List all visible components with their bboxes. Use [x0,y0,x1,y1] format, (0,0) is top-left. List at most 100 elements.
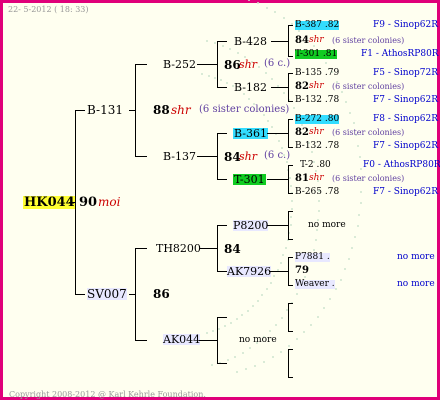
queen-ak7926[interactable]: AK7926 [227,266,272,277]
watermark-dot [221,44,224,47]
watermark-dot [282,254,285,257]
watermark-dot [282,16,285,19]
watermark-dot [235,318,238,321]
connector [217,225,227,226]
watermark-dot [275,323,278,326]
connector [267,179,288,180]
watermark-dot [351,247,354,250]
watermark-dot [264,71,267,74]
connector [288,211,289,240]
g4-b135[interactable]: B-135 .79 [295,69,339,78]
g4-b272[interactable]: B-272 .80 [295,115,340,124]
g4-b265[interactable]: B-265 .78 [295,188,339,197]
g4-b265-mark: F7 - Sinop62R [373,187,438,197]
g4-p7881[interactable]: P7881 . [295,253,330,262]
watermark-dot [271,356,274,359]
queen-p8200[interactable]: P8200 [233,220,269,231]
g4-b428-breed: shr [309,35,324,45]
g4-b387-mark: F9 - Sinop62R [373,20,438,30]
watermark-dot [224,325,227,328]
g4-t2-mark: F0 - AthosRP80R [363,160,440,170]
watermark-dot [279,261,282,264]
parent-queen-sv007[interactable]: SV007 [87,288,127,300]
g4-b132a[interactable]: B-132 .78 [295,96,339,105]
watermark-dot [241,351,244,354]
watermark-dot [312,44,315,47]
watermark-dot [310,323,313,326]
watermark-dot [273,275,276,278]
b131-breed: shr [171,103,191,117]
g4-t301-mark: F1 - AthosRP80R [361,49,439,59]
g4-b387[interactable]: B-387 .82 [295,21,340,30]
watermark-dot [248,346,251,349]
g4-b428-gen: 84 [295,35,309,46]
watermark-dot [339,278,342,281]
watermark-dot [288,344,291,347]
copyright: Copyright 2008-2012 @ Karl Kehrle Founda… [9,390,206,399]
watermark-dot [280,316,283,319]
connector [288,303,289,332]
watermark-dot [274,11,277,14]
connector [217,225,218,272]
queen-b428[interactable]: B-428 [234,36,267,47]
watermark-dot [213,76,216,79]
parent-queen-b131[interactable]: B-131 [87,104,123,116]
g4-b428-sib: (6 sister colonies) [332,36,405,45]
g4-b182-sib: (6 sister colonies) [332,82,405,91]
watermark-dot [207,74,210,77]
root-gen: 90 [79,195,98,210]
print-date: 22- 5-2012 ( 18: 33) [8,5,89,14]
queen-b137[interactable]: B-137 [163,151,196,162]
queen-b361[interactable]: B-361 [233,128,268,139]
root-queen-id[interactable]: HK044 [23,196,76,209]
g4-weaver[interactable]: Weaver . [295,280,335,289]
g4-t2[interactable]: T-2 .80 [300,161,331,170]
queen-th8200[interactable]: TH8200 [156,243,201,254]
g4-b132b[interactable]: B-132 .78 [295,142,339,151]
connector [288,119,289,148]
watermark-dot [234,355,237,358]
watermark-dot [258,65,261,68]
connector [199,248,217,249]
connector [197,156,217,157]
pedigree-chart: 22- 5-2012 ( 18: 33) HK044 90 moi B-131 … [0,0,440,400]
watermark-dot [317,209,320,212]
connector [288,331,293,332]
watermark-dot [358,156,361,159]
watermark-dot [354,236,357,239]
watermark-dot [269,281,272,284]
watermark-dot [226,81,229,84]
watermark-dot [201,72,204,75]
queen-b252[interactable]: B-252 [163,59,196,70]
queen-ak044[interactable]: AK044 [163,334,201,345]
watermark-dot [285,161,288,164]
watermark-dot [235,371,238,374]
connector [199,340,217,341]
connector [217,133,218,180]
g4-t301[interactable]: T-301 .81 [295,50,338,59]
watermark-dot [341,90,344,93]
queen-t301[interactable]: T-301 [233,174,266,185]
connector [135,156,147,157]
watermark-dot [360,190,363,193]
p8200-no-more: no more [308,220,346,230]
g4-b272-mark: F8 - Sinop62R [373,114,438,124]
g4-t301-gen: 81 [295,173,309,184]
root-breed: moi [98,195,121,209]
g4-t301-sib: (6 sister colonies) [332,174,405,183]
watermark-dot [358,213,361,216]
watermark-dot [323,307,326,309]
connector [267,225,288,226]
watermark-dot [301,123,304,126]
connector [271,41,288,42]
watermark-dot [312,248,315,251]
watermark-dot [271,77,274,80]
watermark-dot [290,208,293,211]
g4-b182-breed: shr [309,81,324,91]
queen-b182[interactable]: B-182 [234,82,267,93]
connector [288,257,293,258]
b137-siblings: (6 c.) [264,150,291,161]
watermark-dot [349,111,352,114]
watermark-dot [348,257,351,260]
connector [288,211,293,212]
